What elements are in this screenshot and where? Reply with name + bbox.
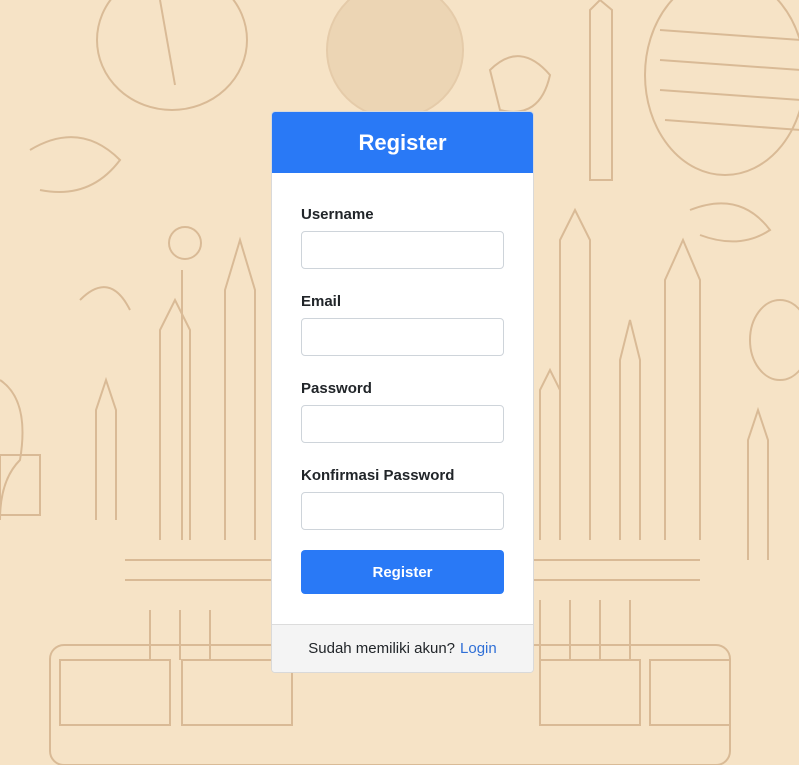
register-form: Username Email Password Konfirmasi Passw… xyxy=(272,173,533,625)
email-label: Email xyxy=(301,293,342,310)
register-card: Register Username Email Password Konfirm… xyxy=(271,111,534,673)
username-input[interactable] xyxy=(301,231,504,269)
email-input[interactable] xyxy=(301,318,504,356)
password-label: Password xyxy=(301,380,372,397)
username-label: Username xyxy=(301,206,374,223)
page-title: Register xyxy=(358,129,447,155)
register-button[interactable]: Register xyxy=(301,550,504,594)
card-footer: Sudah memiliki akun? Login xyxy=(272,624,533,672)
confirm-password-label: Konfirmasi Password xyxy=(301,467,455,484)
login-link[interactable]: Login xyxy=(460,640,497,657)
login-prompt: Sudah memiliki akun? xyxy=(308,640,456,657)
confirm-password-input[interactable] xyxy=(301,492,504,530)
password-input[interactable] xyxy=(301,405,504,443)
card-header: Register xyxy=(272,112,533,173)
